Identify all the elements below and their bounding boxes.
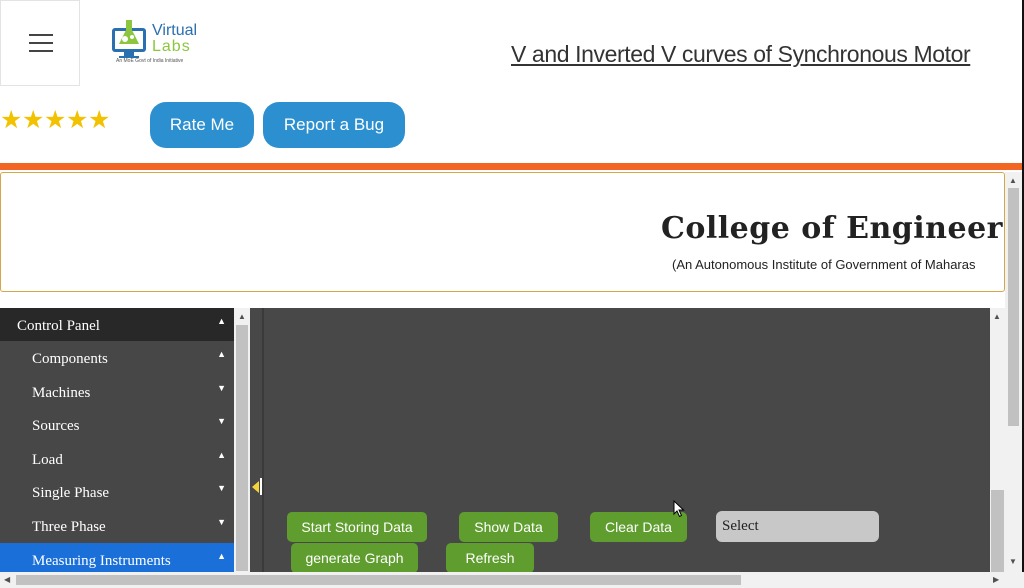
- report-bug-button[interactable]: Report a Bug: [263, 102, 405, 148]
- page-horizontal-scrollbar[interactable]: ◀ ▶: [0, 572, 1005, 588]
- banner-title: College of Engineering,: [661, 211, 1004, 246]
- star-icon[interactable]: ★: [0, 106, 22, 134]
- hamburger-icon-bar-1: [29, 34, 53, 36]
- sidebar-item-sources[interactable]: Sources ▼: [0, 408, 234, 441]
- mouse-pointer-icon: [673, 500, 685, 518]
- collapse-handle-line: [260, 478, 262, 495]
- logo-text-labs: Labs: [152, 38, 191, 55]
- flask-icon: [112, 20, 146, 58]
- sidebar-item-load[interactable]: Load ▲: [0, 442, 234, 475]
- page-scroll-thumb[interactable]: [1008, 188, 1019, 426]
- collapse-sidebar-icon[interactable]: [252, 478, 264, 496]
- virtual-labs-logo[interactable]: Virtual Labs An MoE Govt of India Initia…: [110, 16, 202, 68]
- sidebar-item-label: Load: [32, 452, 63, 468]
- sidebar-item-label: Measuring Instruments: [32, 553, 171, 569]
- sidebar-scrollbar[interactable]: ▲: [234, 308, 250, 572]
- rate-me-button[interactable]: Rate Me: [150, 102, 254, 148]
- data-select-dropdown[interactable]: Select: [716, 511, 879, 542]
- component-sidebar: Control Panel ▲ Components ▲ Machines ▼ …: [0, 308, 234, 572]
- scroll-up-arrow-icon[interactable]: ▲: [993, 312, 1001, 321]
- hamburger-icon-bar-3: [29, 50, 53, 52]
- caret-down-icon: ▼: [217, 416, 226, 426]
- sidebar-item-label: Components: [32, 351, 108, 367]
- header-divider: [0, 163, 1024, 170]
- scroll-left-arrow-icon[interactable]: ◀: [4, 575, 10, 584]
- generate-graph-button[interactable]: generate Graph: [291, 543, 418, 573]
- sidebar-item-label: Machines: [32, 385, 91, 401]
- scroll-right-arrow-icon[interactable]: ▶: [993, 575, 999, 584]
- sidebar-item-single-phase[interactable]: Single Phase ▼: [0, 475, 234, 508]
- horizontal-scroll-thumb[interactable]: [16, 575, 741, 585]
- sidebar-item-machines[interactable]: Machines ▼: [0, 375, 234, 408]
- sidebar-item-three-phase[interactable]: Three Phase ▼: [0, 509, 234, 542]
- star-icon[interactable]: ★: [66, 106, 88, 134]
- rating-stars[interactable]: ★ ★ ★ ★ ★: [0, 106, 110, 134]
- college-banner: College of Engineering, (An Autonomous I…: [0, 172, 1005, 292]
- show-data-button[interactable]: Show Data: [459, 512, 558, 542]
- caret-up-icon: ▲: [217, 450, 226, 460]
- sidebar-scroll-thumb[interactable]: [236, 325, 248, 571]
- star-icon[interactable]: ★: [88, 106, 110, 134]
- caret-down-icon: ▼: [217, 383, 226, 393]
- sidebar-item-label: Single Phase: [32, 485, 110, 501]
- caret-down-icon: ▼: [217, 483, 226, 493]
- scroll-up-arrow-icon[interactable]: ▲: [238, 312, 246, 321]
- menu-button[interactable]: [0, 0, 80, 86]
- canvas-divider: [262, 308, 264, 572]
- caret-up-icon: ▲: [217, 551, 226, 561]
- logo-tagline: An MoE Govt of India Initiative: [116, 58, 184, 64]
- hamburger-icon-bar-2: [29, 42, 53, 44]
- page-vertical-scrollbar[interactable]: ▲ ▼: [1005, 172, 1022, 572]
- sidebar-item-control-panel[interactable]: Control Panel ▲: [0, 308, 234, 341]
- sidebar-item-components[interactable]: Components ▲: [0, 341, 234, 374]
- scroll-down-arrow-icon[interactable]: ▼: [1009, 557, 1017, 566]
- sidebar-item-label: Sources: [32, 418, 80, 434]
- sidebar-item-label: Control Panel: [17, 318, 100, 334]
- scroll-up-arrow-icon[interactable]: ▲: [1009, 176, 1017, 185]
- caret-up-icon: ▲: [217, 349, 226, 359]
- page-title[interactable]: V and Inverted V curves of Synchronous M…: [511, 41, 1024, 68]
- refresh-button[interactable]: Refresh: [446, 543, 534, 573]
- canvas-vertical-scrollbar[interactable]: ▲: [990, 308, 1005, 572]
- start-storing-data-button[interactable]: Start Storing Data: [287, 512, 427, 542]
- banner-subtitle: (An Autonomous Institute of Government o…: [672, 257, 976, 272]
- sidebar-item-label: Three Phase: [32, 519, 106, 535]
- star-icon[interactable]: ★: [22, 106, 44, 134]
- triangle-left-icon: [252, 481, 259, 493]
- scrollbar-corner: [1005, 572, 1024, 588]
- sidebar-item-measuring-instruments[interactable]: Measuring Instruments ▲: [0, 543, 234, 572]
- caret-down-icon: ▼: [217, 517, 226, 527]
- caret-up-icon: ▲: [217, 316, 226, 326]
- canvas-scroll-thumb[interactable]: [991, 490, 1004, 572]
- star-icon[interactable]: ★: [44, 106, 66, 134]
